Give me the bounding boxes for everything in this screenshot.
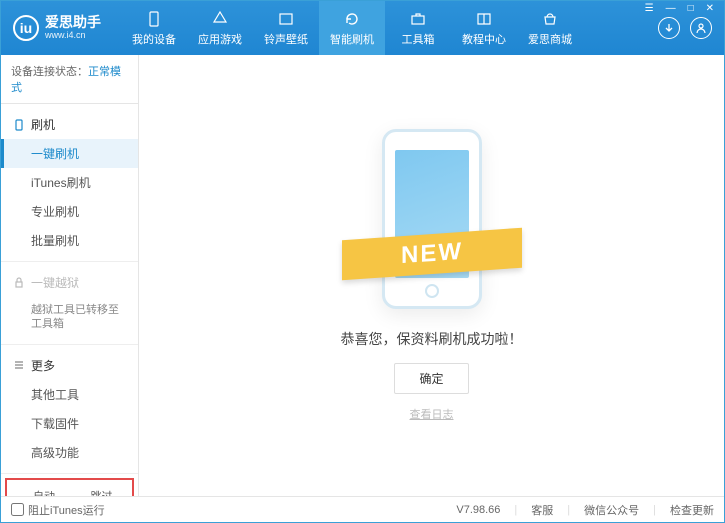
checkbox-block-itunes[interactable]: 阻止iTunes运行 — [11, 502, 105, 518]
ok-button[interactable]: 确定 — [394, 363, 468, 394]
nav-apps[interactable]: 应用游戏 — [187, 1, 253, 55]
checkbox-skip-guide[interactable]: 跳过向导 — [75, 488, 123, 496]
nav-label: 智能刷机 — [330, 31, 374, 47]
lock-icon — [13, 277, 25, 289]
nav-label: 铃声壁纸 — [264, 31, 308, 47]
success-message: 恭喜您，保资料刷机成功啦！ — [341, 329, 523, 349]
header: iu 爱思助手 www.i4.cn 我的设备 应用游戏 铃声壁纸 智能刷机 — [1, 1, 724, 55]
minimize-icon[interactable]: — — [663, 3, 679, 14]
user-button[interactable] — [690, 17, 712, 39]
nav-label: 教程中心 — [462, 31, 506, 47]
separator: | — [567, 504, 570, 516]
refresh-icon — [343, 10, 361, 28]
sidebar-item-other[interactable]: 其他工具 — [1, 380, 138, 409]
sidebar-item-batch[interactable]: 批量刷机 — [1, 226, 138, 255]
phone-icon — [13, 119, 25, 131]
maximize-icon[interactable]: □ — [685, 3, 697, 14]
conn-label: 设备连接状态： — [11, 66, 88, 78]
brand-title: 爱思助手 — [45, 15, 101, 30]
apps-icon — [211, 10, 229, 28]
nav-label: 爱思商城 — [528, 31, 572, 47]
main-content: NEW 恭喜您，保资料刷机成功啦！ 确定 查看日志 — [139, 55, 724, 496]
service-link[interactable]: 客服 — [531, 502, 553, 518]
section-title: 刷机 — [31, 116, 55, 133]
nav-tutorial[interactable]: 教程中心 — [451, 1, 517, 55]
nav-flash[interactable]: 智能刷机 — [319, 1, 385, 55]
nav-label: 应用游戏 — [198, 31, 242, 47]
cb-label: 跳过向导 — [91, 488, 123, 496]
wechat-link[interactable]: 微信公众号 — [584, 502, 639, 518]
separator: | — [514, 504, 517, 516]
footer: 阻止iTunes运行 V7.98.66 | 客服 | 微信公众号 | 检查更新 — [1, 496, 724, 522]
close-icon[interactable]: ✕ — [703, 3, 717, 14]
nav-toolbox[interactable]: 工具箱 — [385, 1, 451, 55]
update-link[interactable]: 检查更新 — [670, 502, 714, 518]
download-button[interactable] — [658, 17, 680, 39]
top-nav: 我的设备 应用游戏 铃声壁纸 智能刷机 工具箱 教程中心 — [121, 1, 646, 55]
list-icon — [13, 359, 25, 371]
phone-illustration: NEW — [372, 129, 492, 309]
book-icon — [475, 10, 493, 28]
sidebar-item-firmware[interactable]: 下载固件 — [1, 409, 138, 438]
section-more[interactable]: 更多 — [1, 351, 138, 380]
nav-store[interactable]: 爱思商城 — [517, 1, 583, 55]
nav-label: 我的设备 — [132, 31, 176, 47]
toolbox-icon — [409, 10, 427, 28]
section-flash[interactable]: 刷机 — [1, 110, 138, 139]
checkbox-highlight: 自动激活 跳过向导 — [5, 478, 134, 496]
section-title: 一键越狱 — [31, 274, 79, 291]
connection-status: 设备连接状态：正常模式 — [1, 55, 138, 104]
brand: iu 爱思助手 www.i4.cn — [1, 15, 121, 41]
sidebar-item-oneclick[interactable]: 一键刷机 — [1, 139, 138, 168]
section-title: 更多 — [31, 357, 55, 374]
menu-icon[interactable]: ☰ — [642, 3, 657, 14]
brand-logo-icon: iu — [13, 15, 39, 41]
store-icon — [541, 10, 559, 28]
cb-label: 阻止iTunes运行 — [28, 502, 105, 518]
phone-icon — [145, 10, 163, 28]
section-jailbreak: 一键越狱 — [1, 268, 138, 297]
separator: | — [653, 504, 656, 516]
brand-url: www.i4.cn — [45, 31, 101, 41]
sidebar-item-itunes[interactable]: iTunes刷机 — [1, 168, 138, 197]
nav-ringtone[interactable]: 铃声壁纸 — [253, 1, 319, 55]
view-log-link[interactable]: 查看日志 — [410, 406, 454, 422]
sidebar-item-pro[interactable]: 专业刷机 — [1, 197, 138, 226]
sidebar: 设备连接状态：正常模式 刷机 一键刷机 iTunes刷机 专业刷机 批量刷机 一… — [1, 55, 139, 496]
version-label: V7.98.66 — [456, 504, 500, 516]
new-ribbon: NEW — [342, 228, 522, 281]
jailbreak-note: 越狱工具已转移至工具箱 — [1, 297, 138, 338]
nav-my-device[interactable]: 我的设备 — [121, 1, 187, 55]
sidebar-item-advanced[interactable]: 高级功能 — [1, 438, 138, 467]
checkbox-auto-activate[interactable]: 自动激活 — [17, 488, 65, 496]
wallpaper-icon — [277, 10, 295, 28]
cb-label: 自动激活 — [33, 488, 65, 496]
nav-label: 工具箱 — [402, 31, 435, 47]
